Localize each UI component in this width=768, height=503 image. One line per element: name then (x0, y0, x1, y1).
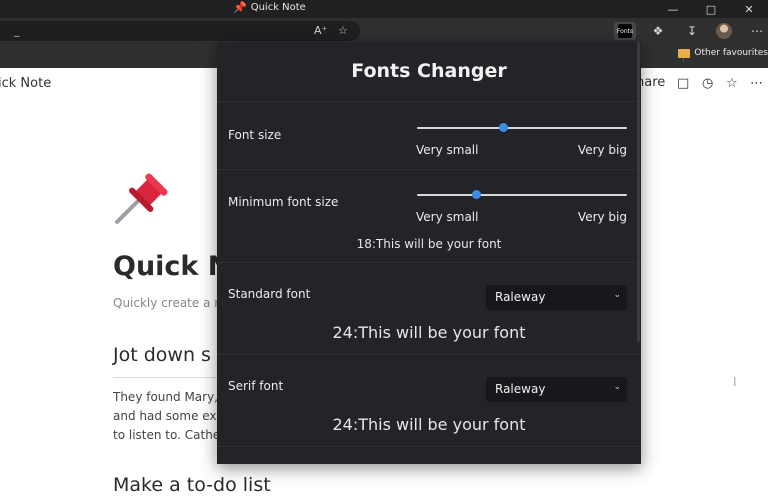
font-size-min-label: Very small (416, 143, 479, 157)
popup-scrollbar[interactable] (637, 42, 640, 342)
page-more-icon[interactable]: ⋯ (750, 76, 763, 91)
divider (217, 101, 641, 102)
fonts-changer-popup: Fonts Changer Font size Very small Very … (217, 42, 641, 464)
more-icon[interactable]: ⋯ (746, 22, 768, 40)
paragraph-line: and had some ext (113, 409, 222, 423)
address-url[interactable]: _ (14, 24, 20, 37)
standard-font-preview: 24:This will be your font (332, 323, 526, 342)
profile-button[interactable] (713, 22, 735, 40)
font-size-label: Font size (228, 128, 282, 142)
font-size-slider[interactable] (417, 121, 627, 135)
standard-font-value: Raleway (495, 290, 546, 304)
serif-font-label: Serif font (228, 379, 284, 393)
divider (217, 354, 641, 355)
font-size-max-label: Very big (577, 143, 627, 157)
slider-thumb[interactable] (471, 190, 481, 199)
divider (217, 446, 641, 447)
min-font-size-max-label: Very big (577, 210, 627, 224)
text-cursor-icon: I (733, 375, 737, 389)
divider (217, 169, 641, 170)
divider (217, 262, 641, 263)
close-icon[interactable]: ✕ (730, 0, 768, 18)
standard-font-label: Standard font (228, 287, 311, 301)
read-aloud-icon[interactable]: A⁺ (314, 24, 327, 37)
fonts-changer-extension-button[interactable]: Fonts (614, 22, 636, 40)
favorite-icon[interactable]: ☆ (726, 76, 738, 91)
paragraph-line: to listen to. Cather (113, 428, 223, 442)
fonts-extension-icon: Fonts (617, 24, 633, 38)
avatar (716, 23, 732, 39)
serif-font-value: Raleway (495, 382, 546, 396)
other-favourites-folder[interactable]: Other favourites (678, 48, 768, 58)
title-bar: 📌 Quick Note — □ ✕ (0, 0, 768, 18)
address-bar[interactable]: _ A⁺ ☆ (0, 21, 360, 41)
min-font-size-label: Minimum font size (228, 195, 339, 209)
address-bar-row: _ A⁺ ☆ Fonts ❖ ↧ ⋯ (0, 18, 768, 44)
serif-font-select[interactable]: Raleway ⌄ (486, 377, 627, 402)
slider-track[interactable] (417, 127, 627, 129)
serif-font-preview: 24:This will be your font (332, 415, 526, 434)
min-font-size-preview: 18:This will be your font (356, 237, 502, 251)
pushpin-icon: 📌 (233, 1, 247, 14)
section-divider (113, 377, 223, 378)
min-font-size-min-label: Very small (416, 210, 479, 224)
window-controls: — □ ✕ (654, 0, 768, 18)
min-font-size-slider[interactable] (417, 188, 627, 202)
section-heading-jot-down: Jot down s (113, 344, 211, 366)
history-icon[interactable]: ◷ (702, 76, 713, 91)
downloads-icon[interactable]: ↧ (681, 22, 703, 40)
section-heading-todo: Make a to-do list (113, 474, 271, 496)
slider-thumb[interactable] (499, 123, 509, 132)
chevron-down-icon: ⌄ (613, 382, 621, 392)
extensions-icon[interactable]: ❖ (647, 22, 669, 40)
paragraph-line: They found Mary, (113, 390, 218, 404)
comment-icon[interactable]: □ (677, 76, 689, 91)
popup-title: Fonts Changer (351, 60, 507, 82)
breadcrumb[interactable]: ick Note (0, 76, 51, 91)
slider-track[interactable] (417, 194, 627, 196)
add-favorite-icon[interactable]: ☆ (338, 24, 348, 37)
window-title: 📌 Quick Note (233, 2, 306, 13)
pushpin-icon (115, 173, 168, 224)
window-title-text: Quick Note (250, 2, 306, 13)
chevron-down-icon: ⌄ (613, 290, 621, 300)
other-favourites-label: Other favourites (694, 48, 768, 58)
folder-icon (678, 48, 691, 58)
minimize-icon[interactable]: — (654, 0, 692, 18)
paragraph[interactable]: They found Mary, and had some ext to lis… (113, 388, 223, 445)
page-subtitle: Quickly create a ri (113, 296, 223, 310)
standard-font-select[interactable]: Raleway ⌄ (486, 285, 627, 310)
page-title: Quick N (113, 251, 231, 282)
maximize-icon[interactable]: □ (692, 0, 730, 18)
